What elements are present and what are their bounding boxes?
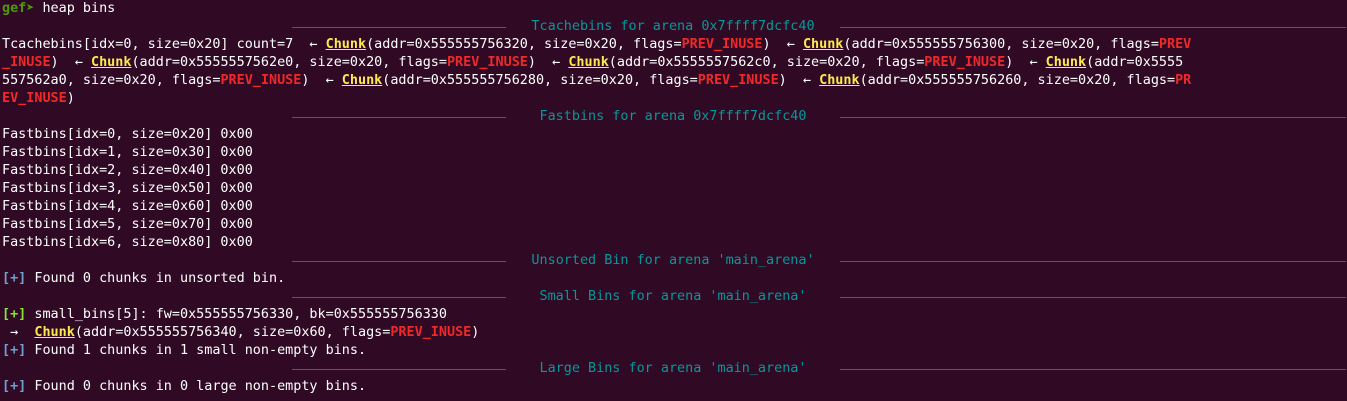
small-found-line: [+] Found 1 chunks in 1 small non-empty … <box>2 342 1347 360</box>
fastbin-line: Fastbins[idx=4, size=0x60] 0x00 <box>2 199 253 214</box>
fastbin-line: Fastbins[idx=0, size=0x20] 0x00 <box>2 127 253 142</box>
chunk-text: ) ← <box>762 37 803 52</box>
tcache-section-header: Tcachebins for arena 0x7ffff7dcfc40 <box>2 18 1347 36</box>
command-line: gef➤ heap bins <box>2 0 1347 18</box>
chunk-text: ) ← <box>301 73 342 88</box>
chunk-flag: PREV_INUSE <box>697 73 779 88</box>
section-title: Fastbins for arena 0x7ffff7dcfc40 <box>539 109 807 124</box>
section-title: Large Bins for arena 'main_arena' <box>539 361 807 376</box>
chunk-flag: PREV_INUSE <box>220 73 302 88</box>
tcache-line: Tcachebins[idx=0, size=0x20] count=7 ← C… <box>2 36 1347 54</box>
chunk-flag: PREV <box>1158 37 1192 52</box>
unsorted-found-line: [+] Found 0 chunks in unsorted bin. <box>2 270 1347 288</box>
tcache-line: _INUSE) ← Chunk(addr=0x5555557562e0, siz… <box>2 54 1347 72</box>
chunk-label: Chunk <box>819 73 860 88</box>
chunk-flag: EV_INUSE <box>2 91 67 106</box>
divider <box>292 117 506 118</box>
section-title: Tcachebins for arena 0x7ffff7dcfc40 <box>531 19 815 34</box>
chunk-text: (addr=0x555555756340, size=0x60, flags= <box>74 325 391 340</box>
small-chunk-line: → Chunk(addr=0x555555756340, size=0x60, … <box>2 324 1347 342</box>
prompt-name: gef <box>2 1 27 16</box>
status-tag: [+] <box>2 271 27 286</box>
tcache-output: Tcachebins[idx=0, size=0x20] count=7 ← C… <box>2 36 1347 108</box>
chunk-text: ) ← <box>778 73 820 88</box>
chunk-text: (addr=0x5555557562e0, size=0x20, flags= <box>131 55 447 70</box>
divider <box>292 261 506 262</box>
fastbin-line: Fastbins[idx=1, size=0x30] 0x00 <box>2 145 253 160</box>
fastbin-line: Fastbins[idx=6, size=0x80] 0x00 <box>2 235 253 250</box>
fastbin-line: Fastbins[idx=5, size=0x70] 0x00 <box>2 217 253 232</box>
divider <box>292 369 506 370</box>
status-tag: [+] <box>2 343 27 358</box>
chunk-flag: PREV_INUSE <box>681 37 763 52</box>
divider <box>840 261 1346 262</box>
chunk-text: ) ← <box>527 55 569 70</box>
status-text: Found 0 chunks in 0 large non-empty bins… <box>26 379 367 394</box>
divider <box>840 297 1346 298</box>
chunk-text: (addr=0x555555756260, size=0x20, flags= <box>859 73 1176 88</box>
divider <box>840 369 1346 370</box>
chunk-text: (addr=0x5555557562c0, size=0x20, flags= <box>608 55 925 70</box>
status-tag: [+] <box>2 307 27 322</box>
divider <box>292 27 506 28</box>
status-text: Found 1 chunks in 1 small non-empty bins… <box>26 343 367 358</box>
small-bin-line: [+] small_bins[5]: fw=0x555555756330, bk… <box>2 306 1347 324</box>
command-text: heap bins <box>34 1 116 16</box>
chunk-text: ) ← <box>50 55 91 70</box>
chunk-label: Chunk <box>34 325 75 340</box>
chunk-text: (addr=0x555555756300, size=0x20, flags= <box>843 37 1159 52</box>
large-found-line: [+] Found 0 chunks in 0 large non-empty … <box>2 378 1347 396</box>
chunk-flag: PREV_INUSE <box>390 325 472 340</box>
fastbins-output: Fastbins[idx=0, size=0x20] 0x00 Fastbins… <box>2 126 1347 252</box>
chunk-flag: PR <box>1175 73 1192 88</box>
terminal-window[interactable]: gef➤ heap bins Tcachebins for arena 0x7f… <box>0 0 1347 401</box>
chunk-flag: PREV_INUSE <box>446 55 528 70</box>
chunk-text: (addr=0x555555756280, size=0x20, flags= <box>382 73 698 88</box>
chunk-label: Chunk <box>1045 55 1087 70</box>
small-bin-text: small_bins[5]: fw=0x555555756330, bk=0x5… <box>26 307 447 322</box>
chunk-text: 557562a0, size=0x20, flags= <box>2 73 221 88</box>
fastbin-line: Fastbins[idx=2, size=0x40] 0x00 <box>2 163 253 178</box>
chunk-text: (addr=0x555555756320, size=0x20, flags= <box>366 37 682 52</box>
divider <box>840 117 1346 118</box>
status-tag: [+] <box>2 379 27 394</box>
status-text: Found 0 chunks in unsorted bin. <box>26 271 286 286</box>
unsorted-section-header: Unsorted Bin for arena 'main_arena' <box>2 252 1347 270</box>
chunk-text: ) ← <box>1005 55 1046 70</box>
chunk-label: Chunk <box>341 73 383 88</box>
fastbin-line: Fastbins[idx=3, size=0x50] 0x00 <box>2 181 253 196</box>
chunk-close: ) <box>471 325 480 340</box>
chunk-flag: PREV_INUSE <box>924 55 1006 70</box>
chunk-text: ) <box>66 91 75 106</box>
chunk-label: Chunk <box>568 55 609 70</box>
section-title: Small Bins for arena 'main_arena' <box>539 289 807 304</box>
chunk-flag: _INUSE <box>2 55 51 70</box>
tcache-line: 557562a0, size=0x20, flags=PREV_INUSE) ←… <box>2 72 1347 90</box>
divider <box>292 297 506 298</box>
chunk-label: Chunk <box>91 55 132 70</box>
chunk-text: (addr=0x5555 <box>1086 55 1184 70</box>
tcache-line: EV_INUSE) <box>2 90 1347 108</box>
arrow-icon: → <box>2 325 35 340</box>
chunk-label: Chunk <box>802 37 844 52</box>
large-section-header: Large Bins for arena 'main_arena' <box>2 360 1347 378</box>
divider <box>840 27 1346 28</box>
chunk-text: Tcachebins[idx=0, size=0x20] count=7 ← <box>2 37 326 52</box>
chunk-label: Chunk <box>325 37 367 52</box>
fastbins-section-header: Fastbins for arena 0x7ffff7dcfc40 <box>2 108 1347 126</box>
small-section-header: Small Bins for arena 'main_arena' <box>2 288 1347 306</box>
section-title: Unsorted Bin for arena 'main_arena' <box>531 253 815 268</box>
